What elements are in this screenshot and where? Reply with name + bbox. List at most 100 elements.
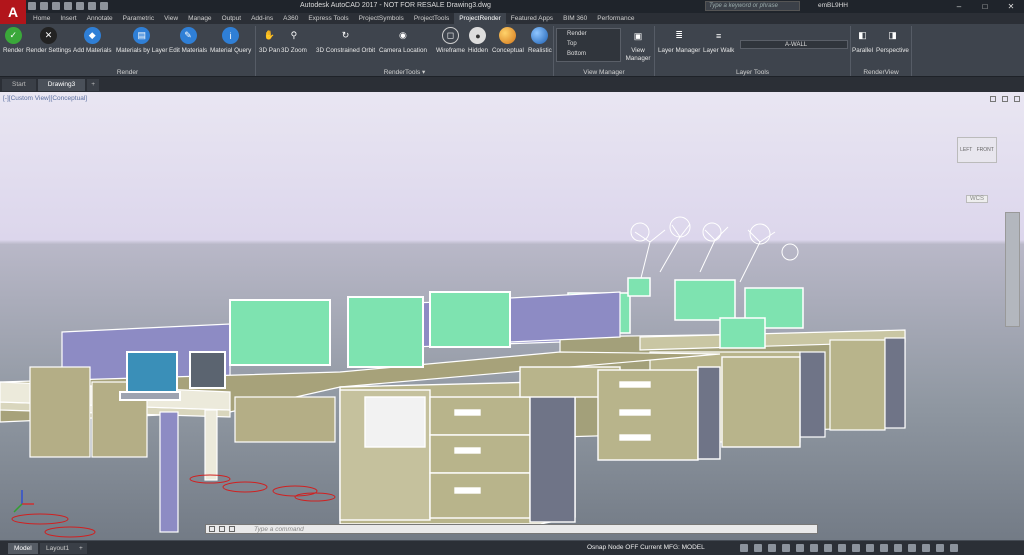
osnap-icon[interactable] — [796, 544, 804, 552]
maximize-icon[interactable]: □ — [972, 0, 998, 13]
parallel-button[interactable]: ◧ Parallel — [852, 27, 873, 54]
recent-commands-icon[interactable] — [229, 526, 235, 532]
transparency-icon[interactable] — [838, 544, 846, 552]
isolate-icon[interactable] — [908, 544, 916, 552]
hidden-button[interactable]: ● Hidden — [468, 27, 488, 54]
application-menu-button[interactable]: A — [0, 0, 26, 24]
undo-icon[interactable] — [88, 2, 96, 10]
customization-menu-icon[interactable] — [950, 544, 958, 552]
viewport-controls-label[interactable]: [-][Custom View][Conceptual] — [3, 95, 87, 102]
view-list[interactable]: Render Top Bottom — [556, 28, 621, 62]
user-name[interactable]: emBL9HH — [818, 2, 848, 9]
perspective-button[interactable]: ◨ Perspective — [876, 27, 909, 54]
viewcube-left-face[interactable]: LEFT — [960, 147, 972, 153]
perspective-cube-icon: ◨ — [888, 30, 897, 40]
tab-express-tools[interactable]: Express Tools — [303, 13, 353, 24]
command-line[interactable]: Type a command — [205, 524, 818, 534]
hardware-acceleration-icon[interactable] — [922, 544, 930, 552]
save-as-icon[interactable] — [64, 2, 72, 10]
render-settings-label: Render Settings — [26, 47, 72, 54]
search-input[interactable]: Type a keyword or phrase — [705, 1, 800, 11]
render-button[interactable]: ✓ Render — [3, 27, 24, 54]
add-materials-button[interactable]: ◆ Add Materials — [73, 27, 112, 54]
tab-output[interactable]: Output — [217, 13, 247, 24]
viewcube-front-face[interactable]: FRONT — [977, 147, 994, 153]
plot-icon[interactable] — [76, 2, 84, 10]
workspace-icon[interactable] — [880, 544, 888, 552]
view-manager-button[interactable]: ▣ View Manager — [625, 27, 651, 63]
tab-manage[interactable]: Manage — [183, 13, 217, 24]
tab-projecttools[interactable]: ProjectTools — [409, 13, 454, 24]
navigation-bar[interactable] — [1005, 212, 1020, 327]
realistic-label: Realistic — [528, 47, 552, 54]
camera-location-button[interactable]: ◉ Camera Location — [379, 27, 427, 54]
view-item-top[interactable]: Top — [557, 39, 620, 49]
customize-icon[interactable] — [219, 526, 225, 532]
realistic-button[interactable]: Realistic — [528, 27, 552, 54]
layer-walk-button[interactable]: ≡ Layer Walk — [703, 27, 734, 55]
tab-featured-apps[interactable]: Featured Apps — [506, 13, 558, 24]
save-icon[interactable] — [52, 2, 60, 10]
command-input[interactable]: Type a command — [254, 526, 304, 533]
tab-insert[interactable]: Insert — [55, 13, 81, 24]
material-query-button[interactable]: i Material Query — [210, 27, 251, 54]
tab-performance[interactable]: Performance — [592, 13, 639, 24]
viewport-minimize-icon[interactable] — [990, 96, 996, 102]
layer-dropdown[interactable]: A-WALL — [740, 40, 848, 49]
3d-zoom-button[interactable]: ⚲ 3D Zoom — [281, 27, 307, 54]
tab-a360[interactable]: A360 — [278, 13, 303, 24]
view-item-bottom[interactable]: Bottom — [557, 49, 620, 59]
layer-walk-icon: ≡ — [715, 30, 722, 41]
hidden-label: Hidden — [468, 47, 488, 54]
ortho-icon[interactable] — [768, 544, 776, 552]
3d-constrained-orbit-button[interactable]: ↻ 3D Constrained Orbit — [316, 27, 375, 54]
close-icon[interactable]: ✕ — [998, 0, 1024, 13]
lineweight-icon[interactable] — [824, 544, 832, 552]
otrack-icon[interactable] — [810, 544, 818, 552]
parallel-label: Parallel — [852, 47, 873, 54]
new-tab-icon[interactable]: + — [87, 79, 99, 91]
clean-screen-icon[interactable] — [936, 544, 944, 552]
tab-model[interactable]: Model — [8, 543, 38, 554]
doc-tab-drawing3[interactable]: Drawing3 — [37, 79, 86, 91]
new-icon[interactable] — [28, 2, 36, 10]
viewport-restore-icon[interactable] — [1002, 96, 1008, 102]
annotation-scale-icon[interactable] — [866, 544, 874, 552]
viewcube[interactable]: LEFT FRONT — [957, 137, 997, 163]
panel-label-rendertools[interactable]: RenderTools ▾ — [256, 68, 553, 77]
tab-parametric[interactable]: Parametric — [118, 13, 159, 24]
close-command-icon[interactable] — [209, 526, 215, 532]
view-item-render[interactable]: Render — [557, 29, 620, 39]
tab-annotate[interactable]: Annotate — [82, 13, 118, 24]
wireframe-button[interactable]: ◻ Wireframe — [436, 27, 465, 54]
tab-bim360[interactable]: BIM 360 — [558, 13, 592, 24]
redo-icon[interactable] — [100, 2, 108, 10]
units-icon[interactable] — [894, 544, 902, 552]
selection-cycling-icon[interactable] — [852, 544, 860, 552]
add-layout-icon[interactable]: + — [75, 543, 87, 554]
tab-add-ins[interactable]: Add-ins — [246, 13, 278, 24]
doc-tab-start[interactable]: Start — [2, 79, 36, 91]
viewport-close-icon[interactable] — [1014, 96, 1020, 102]
polar-icon[interactable] — [782, 544, 790, 552]
edit-materials-button[interactable]: ✎ Edit Materials — [169, 27, 207, 54]
conceptual-label: Conceptual — [492, 47, 524, 54]
layer-manager-button[interactable]: ≣ Layer Manager — [658, 27, 700, 54]
materials-by-layer-button[interactable]: ▤ Materials by Layer — [116, 27, 167, 54]
open-icon[interactable] — [40, 2, 48, 10]
tab-projectsymbols[interactable]: ProjectSymbols — [354, 13, 409, 24]
tab-view[interactable]: View — [159, 13, 183, 24]
tab-projectrender[interactable]: ProjectRender — [454, 13, 506, 24]
3d-pan-button[interactable]: ✋ 3D Pan — [259, 27, 280, 54]
conceptual-button[interactable]: Conceptual — [492, 27, 524, 54]
add-materials-label: Add Materials — [73, 47, 112, 54]
hand-icon: ✋ — [263, 30, 276, 40]
tab-home[interactable]: Home — [28, 13, 55, 24]
snap-icon[interactable] — [754, 544, 762, 552]
minimize-icon[interactable]: – — [946, 0, 972, 13]
grid-icon[interactable] — [740, 544, 748, 552]
render-settings-button[interactable]: ✕ Render Settings — [26, 27, 71, 54]
drawing-viewport[interactable]: [-][Custom View][Conceptual] LEFT FRONT … — [0, 92, 1024, 540]
wcs-menu[interactable]: WCS — [966, 195, 988, 203]
tab-layout1[interactable]: Layout1 — [40, 543, 76, 554]
